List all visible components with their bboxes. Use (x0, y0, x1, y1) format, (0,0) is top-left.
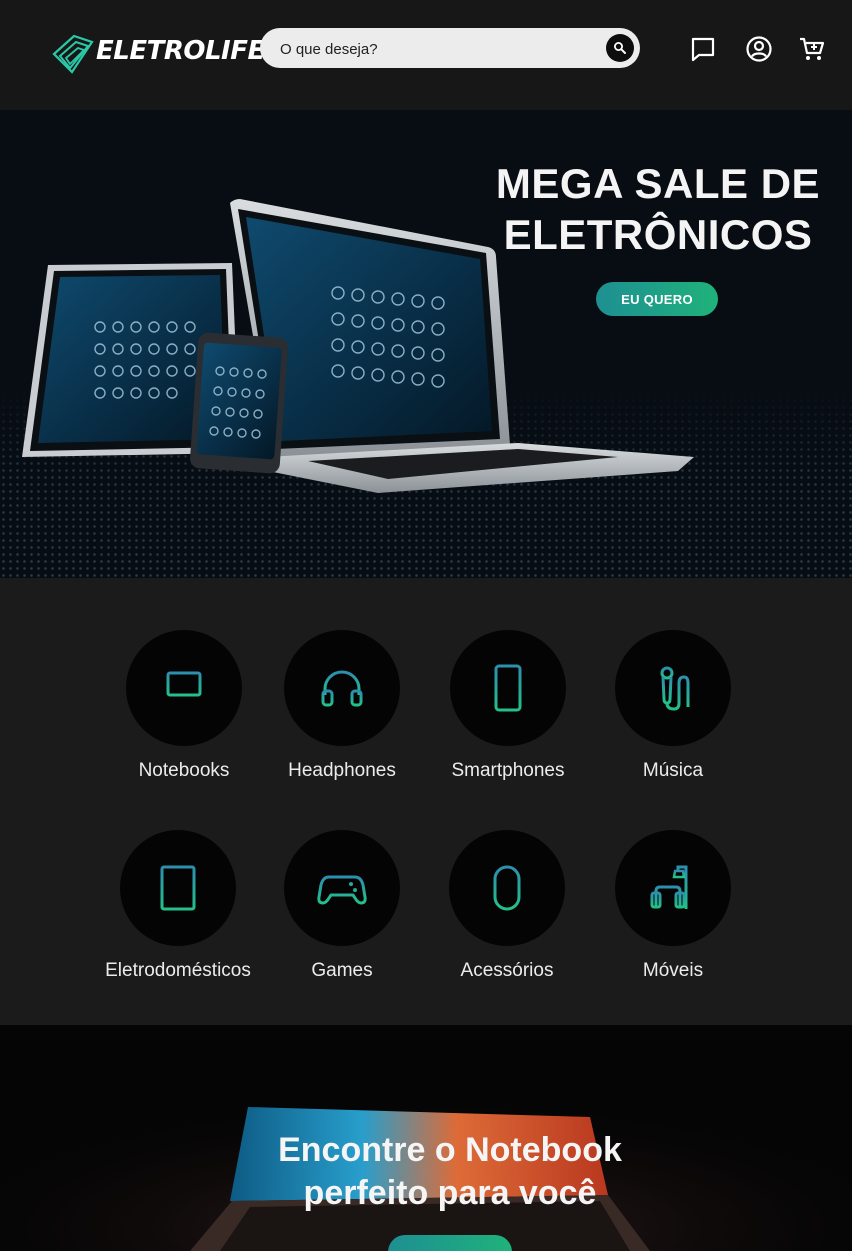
category-label: Headphones (288, 760, 396, 781)
category-label: Notebooks (138, 760, 230, 781)
category-label: Games (311, 960, 373, 981)
user-icon (746, 36, 772, 62)
category-notebooks[interactable]: Notebooks (94, 630, 274, 790)
site-header: ELETROLIFE (0, 0, 852, 110)
refrigerator-icon (160, 865, 196, 911)
category-musica[interactable]: Música (583, 630, 763, 790)
category-headphones[interactable]: Headphones (252, 630, 432, 790)
category-label: Eletrodomésticos (105, 960, 251, 981)
category-acessorios[interactable]: Acessórios (417, 830, 597, 990)
search-input[interactable] (278, 28, 582, 70)
category-eletrodomesticos[interactable]: Eletrodomésticos (88, 830, 268, 990)
categories-section: Notebooks Headphones Smartphones Música … (0, 578, 852, 1025)
hero-title: MEGA SALE DE ELETRÔNICOS (495, 160, 821, 258)
chat-icon (691, 37, 715, 62)
hero-banner: MEGA SALE DE ELETRÔNICOS EU QUERO (0, 110, 852, 578)
banner-title: Encontre o Notebook perfeito para você (278, 1131, 622, 1212)
brand-name: ELETROLIFE (96, 36, 265, 66)
category-moveis[interactable]: Móveis (583, 830, 763, 990)
category-label: Smartphones (451, 760, 565, 781)
search-icon (614, 42, 626, 54)
hero-cta-button[interactable]: EU QUERO (596, 282, 718, 316)
smartphone-icon (494, 664, 522, 712)
search-button[interactable] (606, 34, 634, 62)
headphones-icon (321, 670, 363, 707)
mouse-icon (493, 865, 521, 911)
category-label: Música (642, 760, 704, 781)
category-smartphones[interactable]: Smartphones (418, 630, 598, 790)
category-games[interactable]: Games (252, 830, 432, 990)
category-label: Móveis (642, 960, 704, 981)
banner-cta-button[interactable] (388, 1235, 512, 1251)
account-button[interactable] (745, 35, 773, 63)
chat-button[interactable] (689, 35, 717, 63)
laptop-icon (160, 671, 208, 703)
armchair-lamp-icon (650, 865, 688, 909)
notebook-promo-banner: Encontre o Notebook perfeito para você (0, 1025, 852, 1251)
brand-logo-icon (52, 34, 94, 74)
brand-logo[interactable]: ELETROLIFE (52, 34, 265, 74)
search-bar (260, 28, 640, 70)
cart-button[interactable] (798, 35, 826, 63)
category-label: Acessórios (460, 960, 554, 981)
microphone-icon (660, 666, 690, 711)
cart-icon (800, 37, 825, 60)
gamepad-icon (317, 875, 367, 905)
